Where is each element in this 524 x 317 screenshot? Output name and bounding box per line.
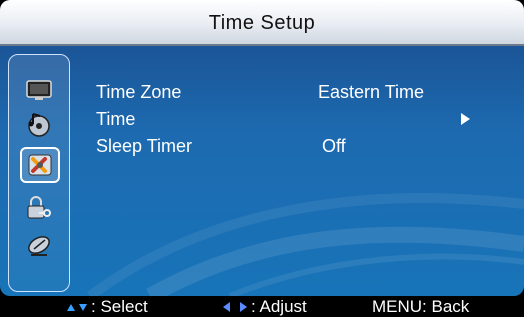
submenu-arrow-icon[interactable] xyxy=(461,113,470,125)
adjust-hint: : Adjust xyxy=(222,297,307,317)
adjust-hint-label: : Adjust xyxy=(251,297,307,316)
left-right-arrows-icon xyxy=(223,302,247,312)
up-down-arrows-icon xyxy=(67,304,87,311)
back-hint-label: MENU: Back xyxy=(372,297,470,316)
select-hint: : Select xyxy=(66,297,148,317)
background-swoosh xyxy=(87,193,524,296)
setup-tools-icon[interactable] xyxy=(20,147,60,183)
osd-window: Time Setup Time Zone Eastern Time Time S… xyxy=(0,0,524,296)
audio-cd-icon[interactable] xyxy=(24,112,54,138)
time-zone-value[interactable]: Eastern Time xyxy=(318,82,424,103)
lock-key-icon[interactable] xyxy=(24,195,54,221)
sleep-timer-value[interactable]: Off xyxy=(322,136,346,157)
tv-picture-icon[interactable] xyxy=(24,77,54,103)
footer-hints: : Select : Adjust MENU: Back xyxy=(0,296,524,317)
title-bar: Time Setup xyxy=(0,0,524,46)
satellite-dish-icon[interactable] xyxy=(24,231,54,257)
menu-item-time[interactable]: Time xyxy=(96,109,135,130)
back-hint: MENU: Back xyxy=(372,297,469,317)
select-hint-label: : Select xyxy=(91,297,148,316)
category-sidebar xyxy=(8,54,70,292)
menu-item-sleep-timer[interactable]: Sleep Timer xyxy=(96,136,192,157)
menu-item-time-zone[interactable]: Time Zone xyxy=(96,82,181,103)
page-title: Time Setup xyxy=(208,12,316,34)
